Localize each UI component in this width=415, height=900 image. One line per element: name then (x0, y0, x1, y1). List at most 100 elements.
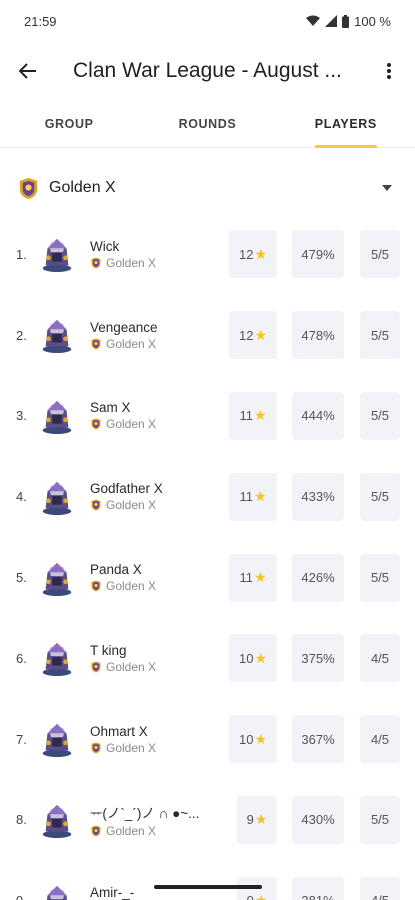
player-name: Vengeance (90, 319, 158, 335)
player-row[interactable]: 7. Ohmart X Golden X 10 ★ 367% 4/5 (0, 699, 415, 780)
page-title: Clan War League - August ... (73, 59, 342, 82)
stars-value: 11 (239, 489, 253, 505)
stars-cell: 11 ★ (229, 472, 277, 521)
player-clan-name: Golden X (106, 255, 157, 270)
player-avatar-icon (42, 319, 72, 354)
player-row[interactable]: 2. Vengeance Golden X 12 ★ 478% 5/5 (0, 295, 415, 376)
signal-icon (325, 15, 338, 27)
player-clan-name: Golden X (106, 417, 157, 432)
player-name: T king (90, 642, 127, 658)
player-rank: 3. (16, 408, 27, 424)
player-row[interactable]: 1. Wick Golden X 12 ★ 479% 5/5 (0, 214, 415, 295)
player-row[interactable]: 4. Godfather X Golden X 11 ★ 433% 5/5 (0, 456, 415, 537)
tab-bar: GROUP ROUNDS PLAYERS (0, 100, 415, 148)
tab-rounds[interactable]: ROUNDS (138, 100, 276, 147)
player-info: ᅲ(ノ`_´)ノ ∩ ●~... Golden X (90, 802, 220, 838)
player-name: Panda X (90, 562, 142, 578)
attacks-value: 4/5 (370, 650, 390, 666)
attacks-value: 5/5 (370, 570, 390, 586)
star-icon: ★ (254, 245, 268, 262)
stars-value: 9 (246, 812, 254, 828)
destruction-cell: 478% (292, 311, 344, 360)
attacks-value: 4/5 (370, 731, 390, 747)
clan-badge-icon (19, 177, 38, 199)
stars-value: 10 (238, 650, 254, 666)
destruction-cell: 375% (292, 634, 344, 683)
tab-players[interactable]: PLAYERS (277, 100, 415, 147)
player-clan: Golden X (90, 660, 220, 674)
attacks-value: 5/5 (370, 246, 390, 262)
destruction-cell: 433% (292, 472, 344, 521)
player-clan-name: Golden X (106, 823, 157, 838)
stars-cell: 10 ★ (229, 634, 277, 683)
status-bar: 21:59 100 % (0, 0, 415, 42)
star-icon: ★ (253, 407, 267, 424)
player-clan: Golden X (90, 824, 220, 838)
group-name: Golden X (49, 179, 116, 196)
player-avatar-icon (42, 481, 72, 515)
more-options-button[interactable] (369, 43, 409, 99)
clan-badge-icon (91, 338, 101, 350)
player-avatar-icon (42, 562, 72, 596)
clan-badge-icon (91, 257, 101, 269)
player-name: ᅲ(ノ`_´)ノ ∩ ●~... (90, 805, 200, 821)
player-rank: 1. (16, 246, 27, 262)
arrow-back-icon (19, 63, 36, 79)
destruction-value: 381% (301, 893, 334, 900)
player-row[interactable]: 8. ᅲ(ノ`_´)ノ ∩ ●~... Golden X 9 ★ 430% 5/5 (0, 780, 415, 861)
player-info: Panda X Golden X (90, 562, 220, 593)
destruction-cell: 381% (292, 876, 344, 900)
status-time: 21:59 (24, 13, 57, 29)
player-clan-name: Golden X (106, 740, 157, 755)
player-row[interactable]: 6. T king Golden X 10 ★ 375% 4/5 (0, 618, 415, 699)
player-avatar-icon (42, 723, 72, 758)
stars-cell: 12 ★ (229, 230, 277, 279)
stars-cell: 11 ★ (229, 553, 277, 602)
star-icon: ★ (254, 811, 268, 828)
attacks-cell: 5/5 (360, 391, 400, 440)
home-indicator[interactable] (154, 885, 262, 889)
destruction-cell: 367% (292, 715, 344, 764)
stars-value: 10 (238, 731, 254, 747)
player-row[interactable]: 5. Panda X Golden X 11 ★ 426% 5/5 (0, 537, 415, 618)
tab-group[interactable]: GROUP (0, 100, 138, 147)
stars-value: 11 (239, 408, 253, 424)
star-icon: ★ (255, 892, 268, 900)
player-name: Ohmart X (90, 723, 148, 739)
clan-badge-icon (91, 661, 101, 673)
destruction-value: 444% (301, 408, 335, 424)
stars-cell: 10 ★ (229, 715, 277, 764)
player-info: Vengeance Golden X (90, 320, 220, 351)
destruction-cell: 479% (292, 230, 344, 279)
destruction-value: 426% (301, 570, 335, 586)
player-clan: Golden X (90, 417, 220, 431)
status-icons: 100 % (306, 14, 391, 29)
player-name: Sam X (90, 400, 131, 416)
destruction-cell: 430% (292, 795, 344, 844)
stars-cell: 11 ★ (229, 391, 277, 440)
destruction-cell: 426% (292, 553, 344, 602)
player-clan-name: Golden X (106, 498, 157, 513)
group-selector[interactable]: Golden X (0, 168, 415, 208)
back-button[interactable] (0, 43, 56, 99)
stars-value: 9 (247, 893, 254, 900)
more-vert-icon (387, 63, 391, 79)
player-info: Wick Golden X (90, 239, 220, 270)
player-row[interactable]: 9. Amir-_- Golden X 9★ 381% 4/5 (0, 860, 415, 900)
player-clan: Golden X (90, 741, 220, 755)
player-rank: 6. (16, 650, 27, 666)
clan-badge-icon (91, 418, 101, 430)
player-clan-name: Golden X (106, 659, 157, 674)
player-rank: 4. (16, 489, 27, 505)
battery-level: 100 % (354, 13, 391, 29)
player-list: 1. Wick Golden X 12 ★ 479% 5/5 2. Vengean… (0, 214, 415, 900)
stars-value: 11 (239, 570, 253, 586)
chevron-down-icon[interactable] (367, 185, 407, 191)
attacks-value: 5/5 (370, 812, 390, 828)
player-row[interactable]: 3. Sam X Golden X 11 ★ 444% 5/5 (0, 376, 415, 457)
clan-badge-icon (91, 580, 101, 592)
player-clan-name: Golden X (106, 336, 157, 351)
player-avatar-icon (42, 239, 72, 273)
stars-cell: 9★ (237, 795, 277, 844)
attacks-cell: 5/5 (360, 311, 400, 360)
